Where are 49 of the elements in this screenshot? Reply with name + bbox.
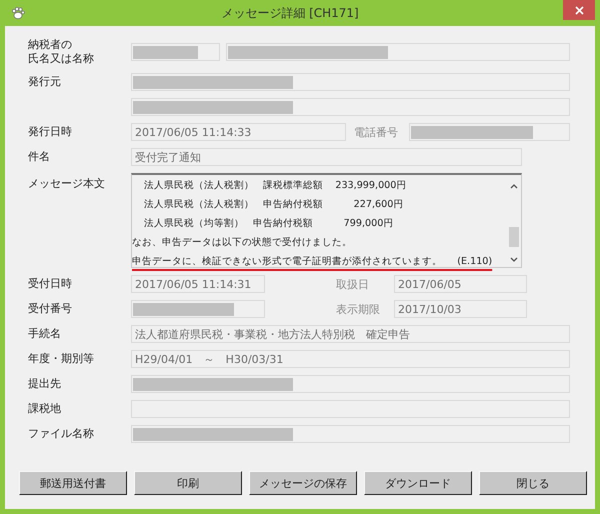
scroll-thumb[interactable] xyxy=(509,227,519,247)
action-button[interactable]: ダウンロード xyxy=(364,471,472,495)
field-label: 表示期限 xyxy=(336,302,381,316)
field-label: メッセージ本文 xyxy=(28,176,106,191)
text-field[interactable]: 2017/06/05 xyxy=(394,275,527,293)
action-button[interactable]: 閉じる xyxy=(479,471,587,495)
text-field[interactable] xyxy=(131,300,265,318)
message-line: なお、申告データは以下の状態で受付けました。 xyxy=(132,236,352,250)
text-field[interactable]: 法人都道府県民税・事業税・地方法人特別税 確定申告 xyxy=(131,325,570,343)
field-label: 取扱日 xyxy=(336,276,370,292)
text-field[interactable]: 2017/06/05 11:14:33 xyxy=(131,123,346,141)
message-text-area[interactable]: 法人県民税（法人税割） 課税標準総額 233,999,000円 法人県民税（法人税割） 申告納付税額 227,600円 法人県民税（均等割） 申告納付税額 799,000円 なお、申告データは以下の状態で受付けました。 申告データに、検証できない形式で電子証明書が添付されています。 (E.110) xyxy=(131,173,522,268)
action-button[interactable]: メッセージの保存 xyxy=(249,471,357,495)
text-field[interactable] xyxy=(131,43,220,61)
field-label: 課税地 xyxy=(28,402,62,416)
text-field[interactable] xyxy=(409,123,570,141)
message-line: 申告データに、検証できない形式で電子証明書が添付されています。 (E.110) xyxy=(132,255,492,269)
field-label: 提出先 xyxy=(28,377,62,391)
field-label: 発行元 xyxy=(28,75,62,89)
field-label: 氏名又は名称 xyxy=(28,52,94,66)
field-label: 発行日時 xyxy=(28,125,73,139)
field-label: 受付日時 xyxy=(28,277,73,291)
text-field[interactable] xyxy=(131,73,570,91)
message-line: 法人県民税（法人税割） 申告納付税額 227,600円 xyxy=(143,198,404,212)
text-field[interactable]: 2017/06/05 11:14:31 xyxy=(131,275,265,293)
field-label: 納税者の xyxy=(28,38,72,52)
text-field[interactable] xyxy=(131,98,570,116)
field-label: 年度・期別等 xyxy=(28,352,95,366)
close-icon xyxy=(574,6,584,14)
text-field[interactable] xyxy=(131,375,570,393)
field-label: 手続名 xyxy=(28,327,62,341)
field-label: ファイル名称 xyxy=(28,427,95,441)
scroll-up-icon[interactable] xyxy=(510,183,518,189)
field-label: 受付番号 xyxy=(28,302,73,316)
scroll-down-icon[interactable] xyxy=(510,257,518,263)
action-button[interactable]: 郵送用送付書 xyxy=(19,471,127,495)
text-field[interactable]: 2017/10/03 xyxy=(394,300,527,318)
field-label: 件名 xyxy=(28,150,51,164)
message-line: 法人県民税（法人税割） 課税標準総額 233,999,000円 xyxy=(143,179,406,193)
text-field[interactable] xyxy=(226,43,570,61)
field-label: 電話番号 xyxy=(354,124,399,140)
text-field[interactable]: 受付完了通知 xyxy=(131,148,522,166)
close-button[interactable] xyxy=(563,0,595,20)
text-field[interactable]: H29/04/01 ～ H30/03/31 xyxy=(131,350,570,368)
text-field[interactable] xyxy=(131,425,570,443)
paw-icon xyxy=(11,6,25,20)
action-button[interactable]: 印刷 xyxy=(134,471,242,495)
window-title: メッセージ詳細 [CH171] xyxy=(220,4,360,22)
message-line: 法人県民税（均等割） 申告納付税額 799,000円 xyxy=(143,217,394,231)
